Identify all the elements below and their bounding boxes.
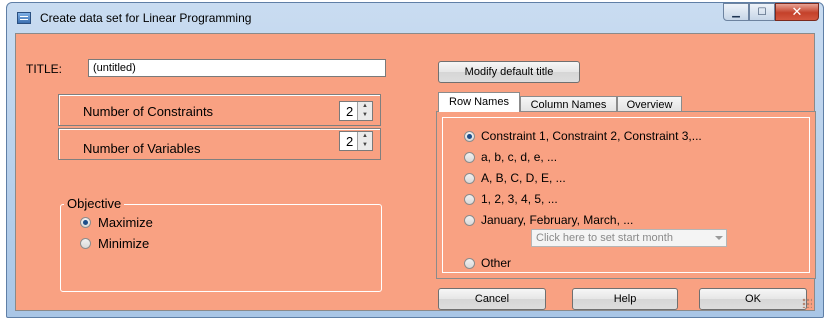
row-option-numbers-radio[interactable]: [464, 194, 475, 205]
row-option-uppercase-label[interactable]: A, B, C, D, E, ...: [481, 171, 566, 185]
spin-up-icon[interactable]: ▲: [358, 132, 372, 141]
variables-spinner[interactable]: 2 ▲ ▼: [339, 131, 373, 151]
constraints-box: Number of Constraints 2 ▲ ▼: [58, 94, 381, 126]
maximize-radio[interactable]: [80, 217, 91, 228]
constraints-spinner[interactable]: 2 ▲ ▼: [339, 101, 373, 121]
row-option-other-label[interactable]: Other: [481, 256, 511, 270]
minimize-icon: ▁: [732, 6, 740, 18]
minimize-label[interactable]: Minimize: [98, 236, 149, 251]
row-option-constraint-label[interactable]: Constraint 1, Constraint 2, Constraint 3…: [481, 129, 702, 143]
row-option-numbers-label[interactable]: 1, 2, 3, 4, 5, ...: [481, 192, 558, 206]
title-input[interactable]: (untitled): [88, 59, 386, 77]
constraints-value: 2: [346, 104, 354, 119]
row-option-lowercase-radio[interactable]: [464, 152, 475, 163]
help-button[interactable]: Help: [572, 288, 678, 310]
row-option-uppercase-radio[interactable]: [464, 173, 475, 184]
client-area: TITLE: (untitled) Modify default title N…: [15, 33, 816, 311]
variables-value: 2: [346, 134, 354, 149]
row-option-months-label[interactable]: January, February, March, ...: [481, 213, 633, 227]
tab-row-names[interactable]: Row Names: [438, 92, 520, 112]
maximize-button[interactable]: ☐: [749, 3, 775, 21]
maximize-label[interactable]: Maximize: [98, 215, 153, 230]
ok-button[interactable]: OK: [699, 288, 807, 310]
maximize-icon: ☐: [757, 6, 767, 18]
row-option-months-radio[interactable]: [464, 215, 475, 226]
dialog-window: Create data set for Linear Programming ▁…: [6, 2, 824, 318]
title-bar[interactable]: Create data set for Linear Programming ▁…: [7, 3, 823, 33]
modify-default-title-button[interactable]: Modify default title: [438, 61, 580, 83]
close-icon: ✕: [791, 4, 803, 19]
start-month-combo[interactable]: Click here to set start month: [531, 229, 727, 247]
window-title: Create data set for Linear Programming: [40, 11, 252, 25]
row-names-panel: Constraint 1, Constraint 2, Constraint 3…: [436, 111, 816, 279]
minimize-button[interactable]: ▁: [723, 3, 749, 21]
spin-up-icon[interactable]: ▲: [358, 102, 372, 111]
caption-buttons: ▁ ☐ ✕: [723, 3, 819, 21]
variables-box: Number of Variables 2 ▲ ▼: [58, 128, 381, 160]
chevron-down-icon[interactable]: [715, 236, 723, 240]
variables-label: Number of Variables: [83, 141, 201, 156]
variables-spin-arrows[interactable]: ▲ ▼: [357, 132, 372, 150]
title-label: TITLE:: [26, 62, 63, 76]
resize-grip-icon[interactable]: [802, 298, 812, 308]
start-month-placeholder: Click here to set start month: [536, 232, 673, 244]
row-option-other-radio[interactable]: [464, 258, 475, 269]
app-icon: [17, 12, 31, 24]
row-option-lowercase-label[interactable]: a, b, c, d, e, ...: [481, 150, 557, 164]
close-button[interactable]: ✕: [775, 3, 819, 21]
spin-down-icon[interactable]: ▼: [358, 111, 372, 120]
spin-down-icon[interactable]: ▼: [358, 141, 372, 150]
constraints-label: Number of Constraints: [83, 104, 214, 119]
objective-legend: Objective: [64, 196, 125, 211]
row-option-constraint-radio[interactable]: [464, 131, 475, 142]
minimize-radio[interactable]: [80, 238, 91, 249]
cancel-button[interactable]: Cancel: [438, 288, 546, 310]
constraints-spin-arrows[interactable]: ▲ ▼: [357, 102, 372, 120]
